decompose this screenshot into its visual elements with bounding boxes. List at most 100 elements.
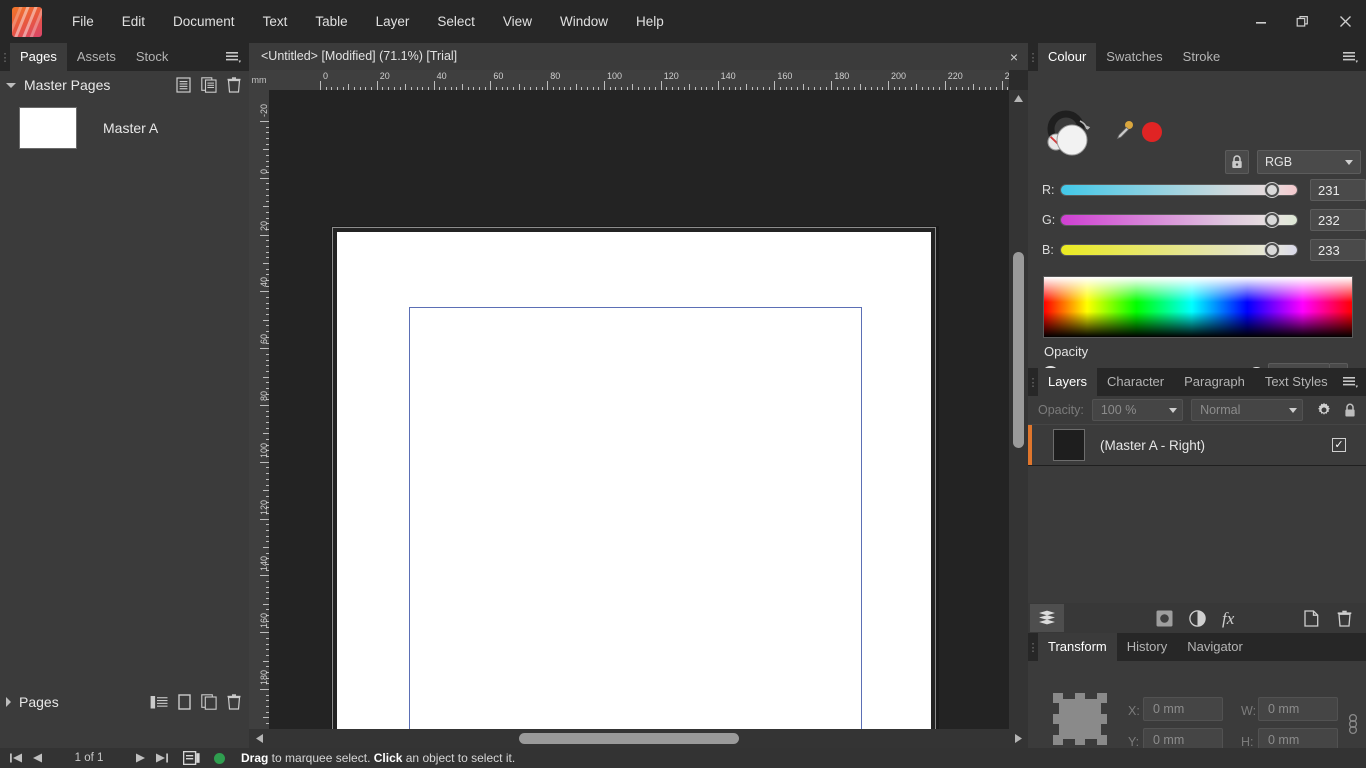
- tab-stock[interactable]: Stock: [126, 43, 179, 71]
- menu-table[interactable]: Table: [301, 0, 361, 43]
- master-page-item[interactable]: Master A: [0, 99, 249, 157]
- master-page-label: Master A: [103, 120, 159, 136]
- minimize-icon[interactable]: [1240, 0, 1282, 43]
- scroll-up-icon[interactable]: [1009, 90, 1028, 106]
- blend-mode-combo[interactable]: Normal: [1191, 399, 1303, 421]
- ruler-label: 40: [259, 277, 269, 288]
- panel-grip-icon[interactable]: ⋮: [0, 43, 11, 71]
- panel-grip-icon[interactable]: ⋮: [1028, 43, 1039, 71]
- channel-g-knob[interactable]: [1265, 213, 1279, 227]
- delete-layer-icon[interactable]: [1337, 610, 1352, 627]
- menu-window[interactable]: Window: [546, 0, 622, 43]
- link-ratio-icon[interactable]: [1348, 713, 1358, 738]
- menu-text[interactable]: Text: [249, 0, 302, 43]
- canvas[interactable]: [269, 90, 1009, 766]
- duplicate-page-icon[interactable]: [201, 694, 217, 710]
- channel-r-slider[interactable]: [1060, 183, 1298, 197]
- colour-model-select[interactable]: RGB: [1257, 150, 1361, 174]
- menu-select[interactable]: Select: [423, 0, 489, 43]
- channel-g-slider[interactable]: [1060, 213, 1298, 227]
- add-page-spread-icon[interactable]: [150, 695, 168, 710]
- channel-b-value[interactable]: 233: [1310, 239, 1366, 261]
- channel-g-value[interactable]: 232: [1310, 209, 1366, 231]
- add-master-page-icon[interactable]: [176, 77, 191, 93]
- add-page-icon[interactable]: [178, 694, 191, 710]
- hint-text-1: to marquee select.: [268, 751, 374, 765]
- layer-effects-icon[interactable]: fx: [1222, 610, 1234, 627]
- vertical-ruler[interactable]: -20 0 20 40 60 80 100 120 140 160 180: [249, 90, 269, 766]
- close-icon[interactable]: [1324, 0, 1366, 43]
- panel-grip-icon[interactable]: ⋮: [1028, 633, 1039, 661]
- panel-menu-icon[interactable]: [225, 49, 243, 65]
- tab-stroke[interactable]: Stroke: [1173, 43, 1231, 71]
- canvas-vertical-scrollbar[interactable]: [1009, 90, 1028, 766]
- tab-history[interactable]: History: [1117, 633, 1177, 661]
- channel-r-value[interactable]: 231: [1310, 179, 1366, 201]
- x-field[interactable]: 0 mm: [1143, 697, 1223, 721]
- ruler-unit-label[interactable]: mm: [249, 70, 269, 90]
- tab-text-styles[interactable]: Text Styles: [1255, 368, 1338, 396]
- menu-help[interactable]: Help: [622, 0, 678, 43]
- gear-icon[interactable]: [1316, 402, 1332, 418]
- channel-b-knob[interactable]: [1265, 243, 1279, 257]
- tab-swatches[interactable]: Swatches: [1096, 43, 1172, 71]
- canvas-horizontal-scrollbar[interactable]: [249, 729, 1028, 748]
- tab-character[interactable]: Character: [1097, 368, 1174, 396]
- expand-triangle-icon[interactable]: [6, 82, 16, 88]
- new-layer-icon[interactable]: [1304, 609, 1319, 627]
- horizontal-scroll-thumb[interactable]: [519, 733, 739, 744]
- w-field[interactable]: 0 mm: [1258, 697, 1338, 721]
- delete-page-icon[interactable]: [227, 694, 241, 710]
- x-label: X:: [1128, 704, 1140, 718]
- scroll-right-icon[interactable]: [1010, 729, 1026, 748]
- menu-view[interactable]: View: [489, 0, 546, 43]
- panel-menu-icon[interactable]: [1342, 374, 1360, 390]
- master-pages-header[interactable]: Master Pages: [0, 71, 249, 99]
- menu-file[interactable]: File: [58, 0, 108, 43]
- tab-colour[interactable]: Colour: [1038, 43, 1097, 71]
- ruler-label: 80: [259, 390, 269, 401]
- panel-grip-icon[interactable]: ⋮: [1028, 368, 1039, 396]
- chevron-down-icon: [1289, 407, 1297, 413]
- table-row[interactable]: (Master A - Right) ✓: [1028, 424, 1366, 466]
- channel-r-knob[interactable]: [1265, 183, 1279, 197]
- tab-assets[interactable]: Assets: [67, 43, 126, 71]
- close-document-icon[interactable]: ×: [1000, 43, 1028, 70]
- tab-navigator[interactable]: Navigator: [1177, 633, 1253, 661]
- layer-visibility-checkbox[interactable]: ✓: [1332, 438, 1346, 452]
- pages-section-header[interactable]: Pages: [0, 688, 249, 716]
- layer-stack-icon[interactable]: [1030, 604, 1064, 632]
- tab-pages[interactable]: Pages: [10, 43, 67, 71]
- collapse-triangle-icon[interactable]: [6, 697, 11, 707]
- tab-transform[interactable]: Transform: [1038, 633, 1117, 661]
- scroll-left-icon[interactable]: [251, 729, 267, 748]
- adjustment-layer-icon[interactable]: [1189, 609, 1206, 627]
- next-page-icon[interactable]: [135, 753, 146, 763]
- delete-master-page-icon[interactable]: [227, 77, 241, 93]
- page-layout-icon[interactable]: [183, 751, 200, 765]
- previous-page-icon[interactable]: [32, 753, 43, 763]
- first-page-icon[interactable]: [10, 753, 23, 763]
- fill-stroke-swatches[interactable]: [1046, 109, 1102, 162]
- vertical-scroll-thumb[interactable]: [1013, 252, 1024, 448]
- last-page-icon[interactable]: [155, 753, 168, 763]
- document-tab[interactable]: <Untitled> [Modified] (71.1%) [Trial]: [249, 43, 1000, 70]
- lock-icon[interactable]: [1344, 403, 1356, 418]
- menu-layer[interactable]: Layer: [362, 0, 424, 43]
- channel-b-slider[interactable]: [1060, 243, 1298, 257]
- colour-spectrum[interactable]: [1043, 276, 1353, 338]
- layer-opacity-combo[interactable]: 100 %: [1091, 399, 1184, 421]
- menu-edit[interactable]: Edit: [108, 0, 159, 43]
- duplicate-master-page-icon[interactable]: [201, 77, 217, 93]
- horizontal-ruler[interactable]: 0 20 40 60 80 100 120 140 160 180 200 220 240: [269, 70, 1009, 90]
- restore-icon[interactable]: [1282, 0, 1324, 43]
- panel-menu-icon[interactable]: [1342, 49, 1360, 65]
- alternate-colour-icon[interactable]: [1142, 121, 1162, 142]
- lock-icon[interactable]: [1225, 150, 1249, 174]
- tab-paragraph[interactable]: Paragraph: [1174, 368, 1255, 396]
- tab-layers[interactable]: Layers: [1038, 368, 1098, 396]
- colour-picker-icon[interactable]: [1114, 119, 1136, 144]
- mask-layer-icon[interactable]: [1156, 610, 1173, 627]
- menu-document[interactable]: Document: [159, 0, 249, 43]
- transform-anchor-icon[interactable]: [1050, 693, 1110, 745]
